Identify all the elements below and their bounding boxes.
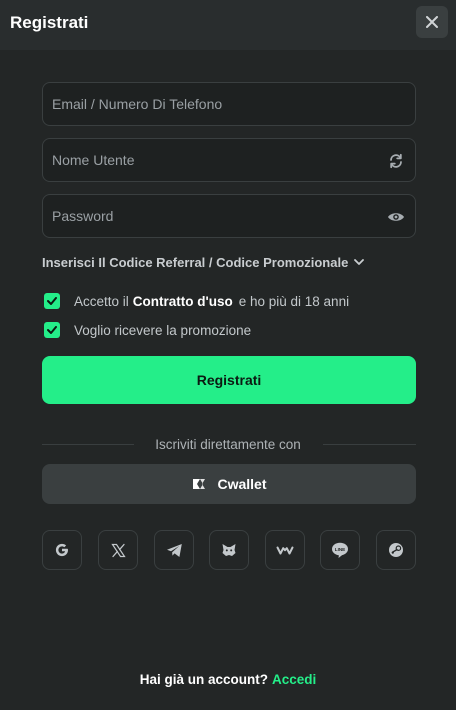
header-bar: Registrati <box>0 0 456 50</box>
x-icon <box>110 543 126 557</box>
line-login-button[interactable]: LINE <box>320 530 360 570</box>
email-field-container <box>42 82 416 126</box>
referral-label: Inserisci Il Codice Referral / Codice Pr… <box>42 255 349 270</box>
line-icon: LINE <box>332 542 348 558</box>
close-icon <box>426 16 438 28</box>
footer-login-prompt: Hai già un account? Accedi <box>0 672 456 687</box>
refresh-icon[interactable] <box>387 152 405 170</box>
eye-icon[interactable] <box>387 208 405 226</box>
telegram-icon <box>166 543 182 557</box>
password-field-container <box>42 194 416 238</box>
promo-label: Voglio ricevere la promozione <box>74 322 252 338</box>
cwallet-icon <box>193 479 206 489</box>
check-icon <box>47 297 57 305</box>
promo-checkbox[interactable] <box>44 322 60 338</box>
terms-row: Accetto il Contratto d'uso e ho più di 1… <box>44 293 349 309</box>
close-button[interactable] <box>416 6 448 38</box>
cwallet-label: Cwallet <box>217 476 267 492</box>
referral-code-toggle[interactable]: Inserisci Il Codice Referral / Codice Pr… <box>42 255 365 270</box>
steam-login-button[interactable] <box>376 530 416 570</box>
footer-question: Hai già un account? <box>139 672 268 687</box>
google-icon <box>55 543 68 557</box>
email-phone-input[interactable] <box>43 83 415 125</box>
login-link[interactable]: Accedi <box>272 672 316 687</box>
metamask-login-button[interactable] <box>209 530 249 570</box>
metamask-icon <box>222 544 236 556</box>
svg-text:LINE: LINE <box>335 546 345 551</box>
password-input[interactable] <box>43 195 415 237</box>
wallet-connect-icon <box>276 546 294 555</box>
cwallet-button[interactable]: Cwallet <box>42 464 416 504</box>
check-icon <box>47 326 57 334</box>
page-title: Registrati <box>10 13 89 32</box>
username-input[interactable] <box>43 139 415 181</box>
wallet-connect-login-button[interactable] <box>265 530 305 570</box>
username-field-container <box>42 138 416 182</box>
promo-row: Voglio ricevere la promozione <box>44 322 251 338</box>
chevron-down-icon <box>354 259 365 265</box>
google-login-button[interactable] <box>42 530 82 570</box>
contract-link[interactable]: Contratto d'uso <box>133 294 233 309</box>
telegram-login-button[interactable] <box>154 530 194 570</box>
register-button[interactable]: Registrati <box>42 356 416 404</box>
terms-prefix: Accetto il <box>74 293 129 309</box>
steam-icon <box>389 543 403 557</box>
terms-suffix: e ho più di 18 anni <box>238 293 350 309</box>
divider-text: Iscriviti direttamente con <box>155 437 301 452</box>
terms-checkbox[interactable] <box>44 293 60 309</box>
x-login-button[interactable] <box>98 530 138 570</box>
